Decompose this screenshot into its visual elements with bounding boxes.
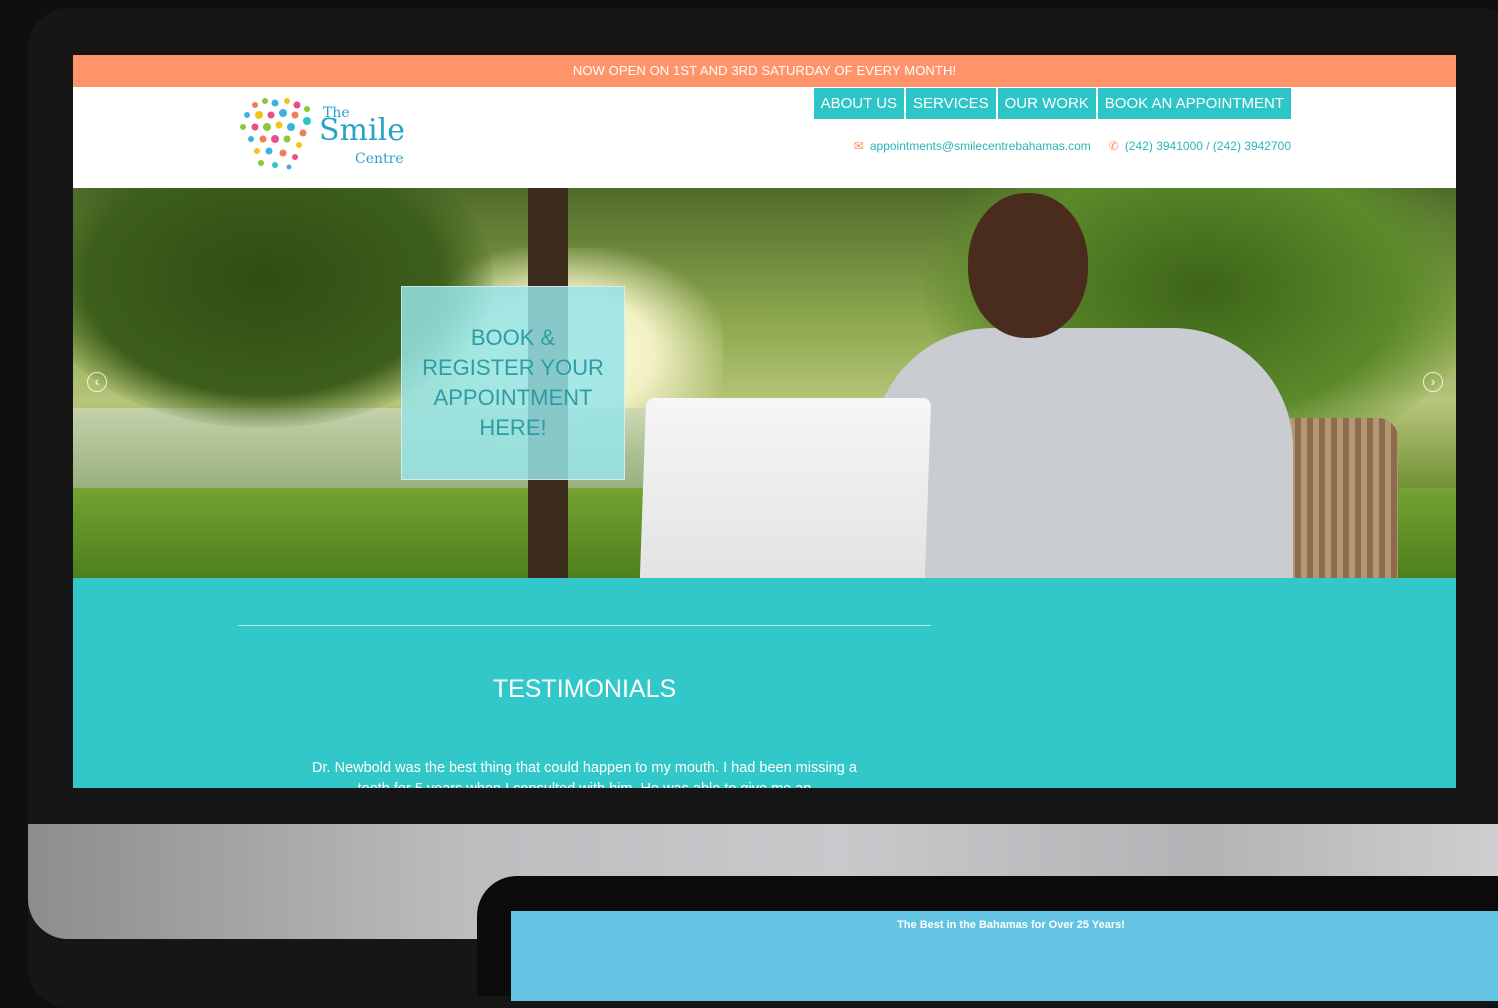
tablet-device: The Best in the Bahamas for Over 25 Year… bbox=[477, 876, 1498, 1001]
testimonials-title: TESTIMONIALS bbox=[492, 675, 677, 703]
testimonials-divider bbox=[238, 625, 931, 626]
logo-centre: Centre bbox=[355, 151, 404, 167]
hero-slider: BOOK & REGISTER YOUR APPOINTMENT HERE! ‹… bbox=[73, 188, 1456, 578]
hero-laptop bbox=[639, 398, 932, 578]
phone-icon: ✆ bbox=[1108, 139, 1119, 153]
book-cta-text: BOOK & REGISTER YOUR APPOINTMENT HERE! bbox=[422, 325, 604, 440]
envelope-icon: ✉ bbox=[853, 139, 864, 153]
testimonials-section: TESTIMONIALS Dr. Newbold was the best th… bbox=[73, 578, 1456, 788]
contact-email[interactable]: appointments@smilecentrebahamas.com bbox=[870, 139, 1091, 153]
nav-about-us[interactable]: ABOUT US bbox=[813, 88, 905, 119]
nav-services[interactable]: SERVICES bbox=[906, 88, 996, 119]
tablet-banner: The Best in the Bahamas for Over 25 Year… bbox=[897, 919, 1125, 931]
chevron-right-icon[interactable]: › bbox=[1423, 372, 1443, 392]
site-logo[interactable]: The Smile Centre bbox=[235, 95, 415, 179]
logo-smile: Smile bbox=[319, 113, 405, 148]
tooth-dots-icon bbox=[240, 98, 311, 170]
book-appointment-cta[interactable]: BOOK & REGISTER YOUR APPOINTMENT HERE! bbox=[401, 286, 625, 480]
nav-our-work[interactable]: OUR WORK bbox=[997, 88, 1096, 119]
hero-person-head bbox=[968, 193, 1088, 338]
contact-info: ✉ appointments@smilecentrebahamas.com ✆ … bbox=[854, 139, 1291, 153]
contact-phone[interactable]: (242) 3941000 / (242) 3942700 bbox=[1125, 139, 1291, 153]
tablet-screen: The Best in the Bahamas for Over 25 Year… bbox=[511, 911, 1498, 1001]
promo-banner: NOW OPEN ON 1ST AND 3RD SATURDAY OF EVER… bbox=[73, 55, 1456, 87]
site-header: The Smile Centre ABOUT US SERVICES OUR W… bbox=[73, 87, 1456, 188]
main-nav: ABOUT US SERVICES OUR WORK BOOK AN APPOI… bbox=[812, 88, 1291, 119]
nav-book-appointment[interactable]: BOOK AN APPOINTMENT bbox=[1097, 88, 1291, 119]
website-screen: NOW OPEN ON 1ST AND 3RD SATURDAY OF EVER… bbox=[73, 55, 1456, 788]
testimonial-quote: Dr. Newbold was the best thing that coul… bbox=[312, 760, 857, 788]
hero-person-body bbox=[873, 328, 1293, 578]
chevron-left-icon[interactable]: ‹ bbox=[87, 372, 107, 392]
